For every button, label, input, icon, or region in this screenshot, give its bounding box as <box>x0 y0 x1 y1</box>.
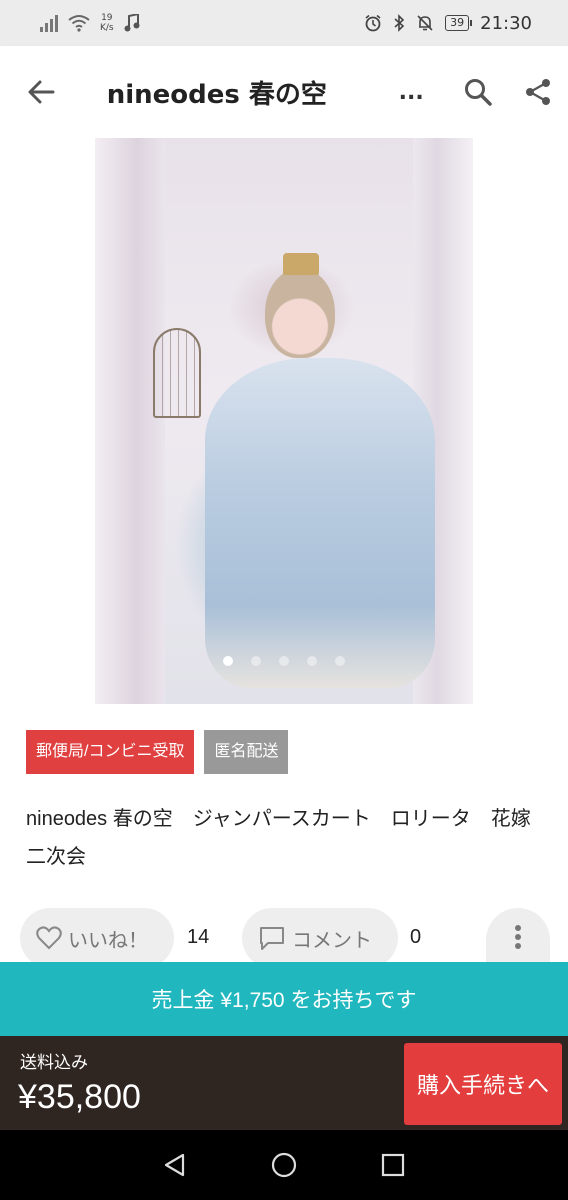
net-speed-unit: K/s <box>100 23 114 33</box>
product-photo[interactable] <box>95 138 473 704</box>
more-vertical-icon <box>515 925 521 949</box>
page-title: nineodes 春の空 <box>106 79 327 110</box>
music-icon <box>124 14 140 32</box>
carousel-dot[interactable] <box>307 656 317 666</box>
comment-button[interactable]: コメント <box>242 908 398 968</box>
chevron-left-icon <box>26 399 52 447</box>
back-arrow-icon <box>28 80 55 104</box>
chevron-right-icon <box>516 399 542 447</box>
carousel-dot[interactable] <box>223 656 233 666</box>
nav-back-icon <box>164 1153 184 1177</box>
carousel-dot[interactable] <box>279 656 289 666</box>
status-bar: 19 K/s 39 21:30 <box>0 0 568 46</box>
nav-back-button[interactable] <box>151 1141 199 1189</box>
search-icon <box>464 79 492 106</box>
signal-icon <box>40 14 58 32</box>
nav-recents-button[interactable] <box>369 1141 417 1189</box>
wifi-icon <box>68 15 90 32</box>
share-icon <box>525 79 550 105</box>
action-row: いいね！ 14 コメント 0 <box>0 908 568 968</box>
like-label: いいね！ <box>68 929 148 952</box>
back-button[interactable] <box>0 46 83 138</box>
prev-photo-button[interactable] <box>14 388 64 458</box>
search-button[interactable] <box>448 46 508 138</box>
purchase-button[interactable]: 購入手続きへ <box>404 1043 562 1125</box>
photo-birdcage <box>153 328 201 418</box>
comment-label: コメント <box>292 929 372 952</box>
item-title: nineodes 春の空 ジャンパースカート ロリータ 花嫁 二次会 <box>26 808 551 868</box>
comment-count: 0 <box>410 926 422 948</box>
nav-home-button[interactable] <box>260 1141 308 1189</box>
net-speed: 19 K/s <box>100 13 114 33</box>
system-nav-bar <box>0 1130 568 1200</box>
like-button[interactable]: いいね！ <box>20 908 174 968</box>
clock: 21:30 <box>480 12 532 34</box>
nav-home-icon <box>271 1152 297 1178</box>
like-count: 14 <box>187 926 210 948</box>
sales-balance-banner[interactable]: 売上金 ¥1,750 をお持ちです <box>0 962 568 1036</box>
net-speed-value: 19 <box>101 13 113 23</box>
photo-head <box>265 268 335 358</box>
status-left: 19 K/s <box>40 13 140 33</box>
next-photo-button[interactable] <box>504 388 554 458</box>
shipping-included-label: 送料込み <box>20 1053 88 1072</box>
heart-icon <box>36 926 62 950</box>
carousel-dots <box>0 656 568 666</box>
carousel-dot[interactable] <box>251 656 261 666</box>
shipping-tags: 郵便局/コンビニ受取 匿名配送 <box>26 730 289 774</box>
comment-icon <box>260 927 284 950</box>
photo-crown <box>283 253 319 275</box>
photo-dress <box>205 358 435 688</box>
purchase-bar: 送料込み ¥35,800 購入手続きへ <box>0 1036 568 1130</box>
alarm-icon <box>365 14 381 32</box>
nav-recents-icon <box>382 1153 405 1177</box>
photo-gallery[interactable] <box>0 138 568 706</box>
status-right: 39 21:30 <box>364 13 532 34</box>
price: ¥35,800 <box>18 1078 141 1116</box>
carousel-dot[interactable] <box>335 656 345 666</box>
share-button[interactable] <box>508 46 568 138</box>
more-options-button[interactable] <box>486 908 550 968</box>
app-bar: nineodes 春の空 ... <box>0 46 568 138</box>
delivery-tag: 郵便局/コンビニ受取 <box>26 730 195 774</box>
bluetooth-icon <box>394 14 405 32</box>
title-ellipsis: ... <box>398 79 424 105</box>
photo-curtain-left <box>95 138 165 704</box>
mute-icon <box>417 15 433 31</box>
battery-icon: 39 <box>445 15 473 31</box>
anonymous-shipping-tag: 匿名配送 <box>204 730 289 774</box>
